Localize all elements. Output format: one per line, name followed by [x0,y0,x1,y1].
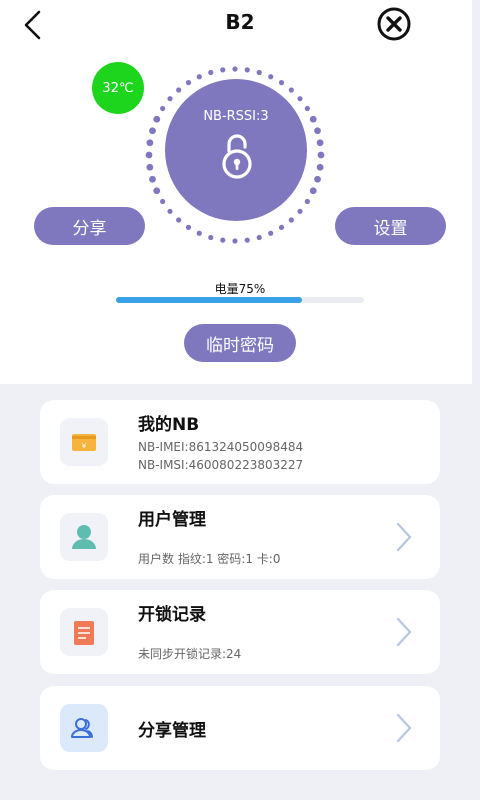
card-unlock-records[interactable]: 开锁记录 未同步开锁记录:24 [40,590,440,674]
users-icon [60,704,108,752]
log-icon [60,608,108,656]
ring-dot [145,151,153,159]
ring-dot [288,87,294,93]
ring-dot [153,187,161,195]
ring-dot [176,87,182,93]
background-strip [472,0,480,384]
user-stats-text: 用户数 指纹:1 密码:1 卡:0 [138,552,281,566]
ring-dot [244,237,250,243]
ring-dot [232,238,238,244]
ring-dot [220,237,226,243]
ring-dot [149,127,156,135]
close-icon[interactable] [376,6,412,42]
temporary-password-button[interactable]: 临时密码 [184,324,296,362]
imsi-text: NB-IMSI:460080223803227 [138,458,304,472]
imei-text: NB-IMEI:861324050098484 [138,440,304,454]
ring-dot [297,208,303,214]
ring-dot [196,230,202,236]
ring-dot [317,151,325,159]
ring-dot [316,139,324,147]
card-title: 分享管理 [138,721,206,741]
card-title: 用户管理 [138,510,206,530]
ring-dot [185,80,192,86]
ring-dot [146,139,154,147]
ring-dot [309,115,317,123]
ring-dot [185,224,192,230]
card-title: 我的NB [138,415,200,435]
ring-dot [288,217,294,223]
card-my-nb[interactable]: ¥ 我的NB NB-IMEI:861324050098484 NB-IMSI:4… [40,400,440,484]
ring-dot [309,187,317,195]
card-share-management[interactable]: 分享管理 [40,686,440,770]
ring-dot [167,96,173,102]
unsynced-records-text: 未同步开锁记录:24 [138,647,242,661]
ring-dot [149,175,156,183]
ring-dot [314,127,321,135]
card-title: 开锁记录 [138,605,206,625]
ring-dot [146,163,154,171]
ring-dot [256,69,262,76]
ring-dot [314,175,321,183]
user-icon [60,513,108,561]
ring-dot [268,230,274,236]
ring-dot [176,217,182,223]
battery-bar [116,297,364,303]
ring-dot [167,208,173,214]
ring-dot [220,67,226,73]
card-user-management[interactable]: 用户管理 用户数 指纹:1 密码:1 卡:0 [40,495,440,579]
ring-dot [256,234,262,241]
chevron-right-icon [396,713,412,743]
ring-dot [153,115,161,123]
settings-button[interactable]: 设置 [335,207,446,245]
temperature-badge: 32℃ [92,62,144,114]
ring-dot [208,69,214,76]
ring-dot [316,163,324,171]
ring-dot [278,224,285,230]
ring-dot [244,67,250,73]
padlock-icon [222,134,252,179]
ring-dot [196,74,202,80]
battery-label: 电量75% [214,282,266,296]
wallet-icon: ¥ [60,418,108,466]
rssi-label: NB-RSSI:3 [203,109,269,124]
svg-text:¥: ¥ [82,442,87,450]
ring-dot [278,80,285,86]
share-button[interactable]: 分享 [34,207,145,245]
chevron-right-icon [396,522,412,552]
ring-dot [232,66,238,72]
ring-dot [208,234,214,241]
unlock-button[interactable]: NB-RSSI:3 [165,79,307,221]
ring-dot [297,96,303,102]
ring-dot [304,198,310,205]
chevron-right-icon [396,617,412,647]
ring-dot [160,198,166,205]
ring-dot [268,74,274,80]
battery-bar-fill [116,297,302,303]
